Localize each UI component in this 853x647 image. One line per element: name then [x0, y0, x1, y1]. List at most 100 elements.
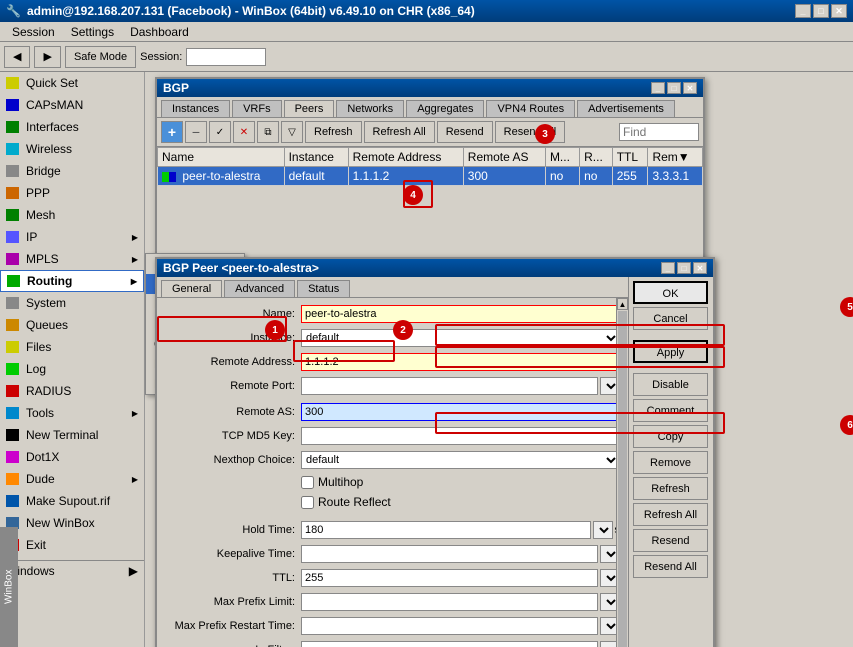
- sidebar-item-capsman[interactable]: CAPsMAN: [0, 94, 144, 116]
- ttl-input[interactable]: [301, 569, 598, 587]
- back-button[interactable]: ◀: [4, 46, 30, 68]
- apply-button[interactable]: Apply: [633, 340, 708, 363]
- sidebar-item-tools[interactable]: Tools ▶: [0, 402, 144, 424]
- tab-vpn4routes[interactable]: VPN4 Routes: [486, 100, 575, 117]
- sidebar-item-routing[interactable]: Routing ▶: [0, 270, 144, 292]
- col-rem[interactable]: Rem▼: [648, 148, 703, 167]
- in-filter-input[interactable]: [301, 641, 598, 647]
- sidebar-item-log[interactable]: Log: [0, 358, 144, 380]
- sidebar-item-terminal[interactable]: New Terminal: [0, 424, 144, 446]
- instance-select[interactable]: default: [301, 329, 620, 347]
- bgp-maximize[interactable]: □: [667, 82, 681, 94]
- sidebar-item-mesh[interactable]: Mesh: [0, 204, 144, 226]
- max-prefix-input[interactable]: [301, 593, 598, 611]
- multihop-checkbox[interactable]: [301, 476, 314, 489]
- refresh-bgp-button[interactable]: Refresh: [305, 121, 362, 143]
- bgp-minimize[interactable]: _: [651, 82, 665, 94]
- tab-vrfs[interactable]: VRFs: [232, 100, 282, 117]
- close-btn[interactable]: ✕: [831, 4, 847, 18]
- disable-button[interactable]: Disable: [633, 373, 708, 396]
- add-button[interactable]: +: [161, 121, 183, 143]
- scroll-up[interactable]: ▲: [617, 298, 628, 310]
- sidebar-item-files[interactable]: Files: [0, 336, 144, 358]
- maximize-btn[interactable]: □: [813, 4, 829, 18]
- refresh-button[interactable]: Refresh: [633, 477, 708, 500]
- route-reflect-checkbox[interactable]: [301, 496, 314, 509]
- max-prefix-restart-input[interactable]: [301, 617, 598, 635]
- multihop-label[interactable]: Multihop: [301, 475, 363, 489]
- hold-time-unit[interactable]: [593, 521, 613, 539]
- cell-remote-as: 300: [463, 167, 545, 186]
- x-button[interactable]: ✕: [233, 121, 255, 143]
- resend-bgp-button[interactable]: Resend: [437, 121, 493, 143]
- sidebar-item-dot1x[interactable]: Dot1X: [0, 446, 144, 468]
- menu-settings[interactable]: Settings: [63, 22, 122, 41]
- remote-port-input[interactable]: [301, 377, 598, 395]
- peer-close[interactable]: ✕: [693, 262, 707, 274]
- copy-icon-button[interactable]: ⧉: [257, 121, 279, 143]
- sidebar-item-system[interactable]: System: [0, 292, 144, 314]
- resend-all-button[interactable]: Resend All: [633, 555, 708, 578]
- tab-peers[interactable]: Peers: [284, 100, 335, 117]
- col-remote-address[interactable]: Remote Address: [348, 148, 463, 167]
- find-input[interactable]: [619, 123, 699, 141]
- col-m[interactable]: M...: [545, 148, 579, 167]
- peer-maximize[interactable]: □: [677, 262, 691, 274]
- sidebar-item-mpls[interactable]: MPLS ▶: [0, 248, 144, 270]
- filter-button[interactable]: ▽: [281, 121, 303, 143]
- bgp-table: Name Instance Remote Address Remote AS M…: [157, 147, 703, 186]
- tab-advertisements[interactable]: Advertisements: [577, 100, 675, 117]
- sidebar-item-interfaces[interactable]: Interfaces: [0, 116, 144, 138]
- name-input[interactable]: [301, 305, 620, 323]
- table-row[interactable]: peer-to-alestra default 1.1.1.2 300 no n…: [158, 167, 703, 186]
- sidebar-item-quickset[interactable]: Quick Set: [0, 72, 144, 94]
- menu-session[interactable]: Session: [4, 22, 63, 41]
- tab-networks[interactable]: Networks: [336, 100, 404, 117]
- remote-address-input[interactable]: [301, 353, 620, 371]
- refresh-all-button[interactable]: Refresh All: [633, 503, 708, 526]
- bgp-close[interactable]: ✕: [683, 82, 697, 94]
- col-ttl[interactable]: TTL: [612, 148, 648, 167]
- copy-button[interactable]: Copy: [633, 425, 708, 448]
- sidebar-item-dude[interactable]: Dude ▶: [0, 468, 144, 490]
- remove-button[interactable]: Remove: [633, 451, 708, 474]
- menu-dashboard[interactable]: Dashboard: [122, 22, 197, 41]
- sidebar-item-ip[interactable]: IP ▶: [0, 226, 144, 248]
- sidebar-item-bridge[interactable]: Bridge: [0, 160, 144, 182]
- ok-button[interactable]: OK: [633, 281, 708, 304]
- resend-button[interactable]: Resend: [633, 529, 708, 552]
- route-reflect-label[interactable]: Route Reflect: [301, 495, 391, 509]
- session-input[interactable]: [186, 48, 266, 66]
- tcp-md5-input[interactable]: [301, 427, 620, 445]
- hold-time-label: Hold Time:: [165, 524, 295, 536]
- hold-time-input[interactable]: [301, 521, 591, 539]
- safe-mode-button[interactable]: Safe Mode: [65, 46, 136, 68]
- keepalive-input[interactable]: [301, 545, 598, 563]
- sidebar-item-queues[interactable]: Queues: [0, 314, 144, 336]
- comment-button[interactable]: Comment: [633, 399, 708, 422]
- sidebar-item-newwinbox[interactable]: New WinBox: [0, 512, 144, 534]
- peer-tab-advanced[interactable]: Advanced: [224, 280, 295, 297]
- sidebar-item-supout[interactable]: Make Supout.rif: [0, 490, 144, 512]
- remove-button[interactable]: −: [185, 121, 207, 143]
- sidebar-item-wireless[interactable]: Wireless: [0, 138, 144, 160]
- peer-tab-status[interactable]: Status: [297, 280, 350, 297]
- sidebar-item-radius[interactable]: RADIUS: [0, 380, 144, 402]
- remote-as-input[interactable]: [301, 403, 620, 421]
- col-remote-as[interactable]: Remote AS: [463, 148, 545, 167]
- forward-button[interactable]: ▶: [34, 46, 60, 68]
- col-r[interactable]: R...: [580, 148, 613, 167]
- nexthop-select[interactable]: default: [301, 451, 620, 469]
- check-button[interactable]: ✓: [209, 121, 231, 143]
- tab-aggregates[interactable]: Aggregates: [406, 100, 484, 117]
- refresh-all-bgp-button[interactable]: Refresh All: [364, 121, 435, 143]
- peer-tab-general[interactable]: General: [161, 280, 222, 297]
- peer-minimize[interactable]: _: [661, 262, 675, 274]
- col-name[interactable]: Name: [158, 148, 285, 167]
- minimize-btn[interactable]: _: [795, 4, 811, 18]
- sidebar-item-ppp[interactable]: PPP: [0, 182, 144, 204]
- cancel-button[interactable]: Cancel: [633, 307, 708, 330]
- col-instance[interactable]: Instance: [284, 148, 348, 167]
- tab-instances[interactable]: Instances: [161, 100, 230, 117]
- sidebar-item-exit[interactable]: Exit: [0, 534, 144, 556]
